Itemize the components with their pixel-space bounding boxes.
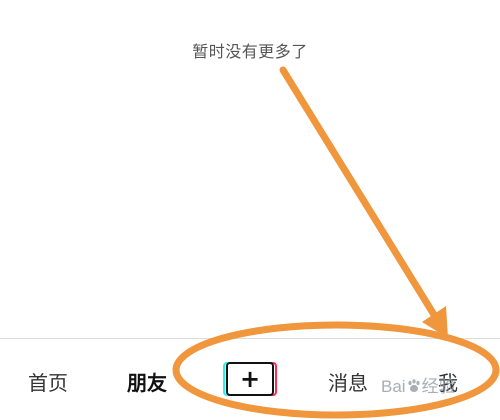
feed-content: 暂时没有更多了 <box>0 0 500 338</box>
empty-feed-message: 暂时没有更多了 <box>192 42 308 61</box>
watermark-text-right: 经验 <box>421 377 456 396</box>
baidu-jingyan-watermark: Bai 经验 <box>381 372 456 397</box>
add-button[interactable]: + <box>223 362 277 396</box>
tab-messages[interactable]: 消息 <box>328 367 368 396</box>
plus-icon: + <box>226 362 274 396</box>
tab-friends[interactable]: 朋友 <box>127 367 167 396</box>
tab-home[interactable]: 首页 <box>28 367 68 396</box>
watermark-text-left: Bai <box>381 377 406 396</box>
paw-icon <box>407 379 420 393</box>
